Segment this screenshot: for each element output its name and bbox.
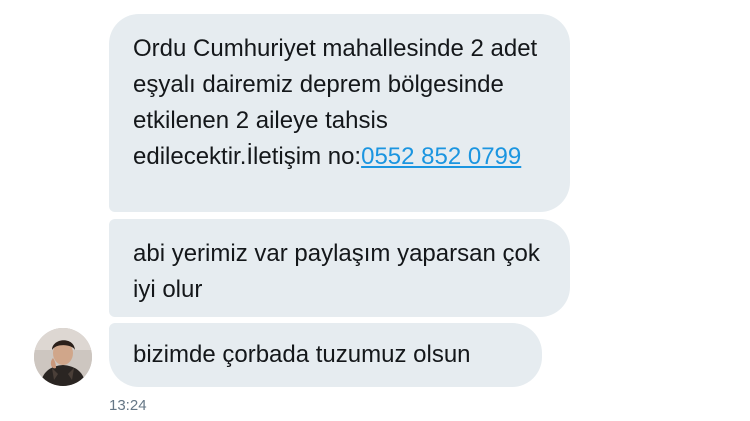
message-timestamp: 13:24	[109, 397, 147, 414]
phone-number-link[interactable]: 0552 852 0799	[361, 143, 521, 170]
message-bubble-2: abi yerimiz var paylaşım yaparsan çok iy…	[109, 219, 570, 317]
message-bubble-1: Ordu Cumhuriyet mahallesinde 2 adet eşya…	[109, 14, 570, 212]
message-text-2: abi yerimiz var paylaşım yaparsan çok iy…	[133, 240, 540, 303]
sender-avatar[interactable]	[34, 328, 92, 386]
message-text-3: bizimde çorbada tuzumuz olsun	[133, 341, 471, 368]
avatar-image	[34, 328, 92, 386]
message-bubble-3: bizimde çorbada tuzumuz olsun	[109, 323, 542, 387]
